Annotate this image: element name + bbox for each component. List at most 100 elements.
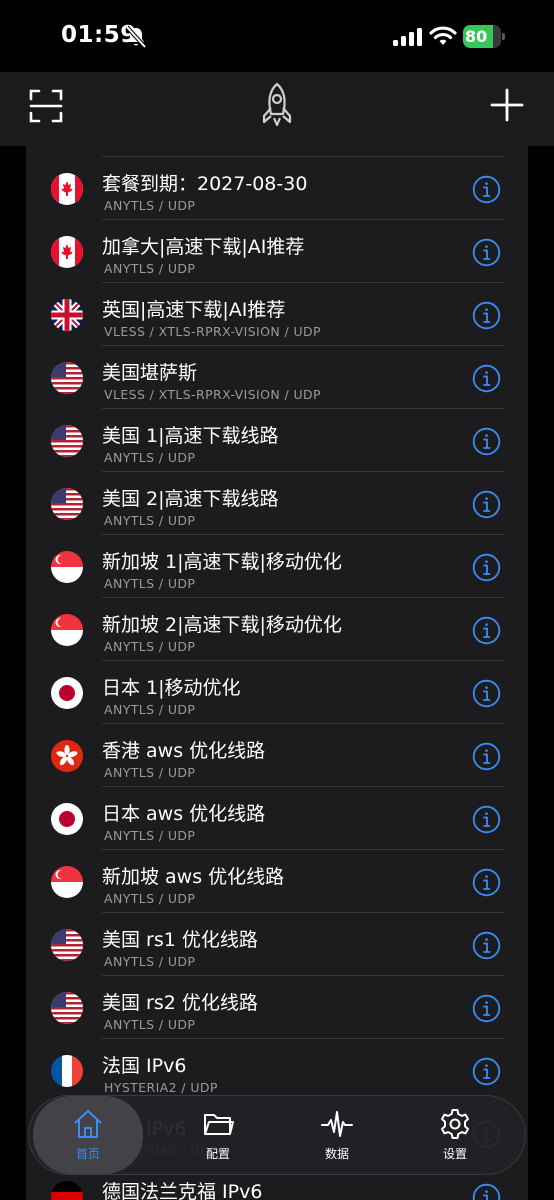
wifi-icon bbox=[429, 26, 457, 45]
node-protocol: ANYTLS / UDP bbox=[104, 828, 196, 843]
node-title: 新加坡 1|高速下载|移动优化 bbox=[102, 551, 342, 573]
node-title: 美国堪萨斯 bbox=[102, 362, 198, 384]
node-title: 德国法兰克福 IPv6 bbox=[102, 1181, 263, 1200]
node-title: 美国 rs2 优化线路 bbox=[102, 992, 258, 1014]
node-title: 新加坡 2|高速下载|移动优化 bbox=[102, 614, 342, 636]
flag-icon-ca bbox=[51, 173, 83, 205]
flag-icon-jp bbox=[51, 803, 83, 835]
info-icon[interactable] bbox=[472, 364, 501, 393]
flag-icon-gb bbox=[51, 299, 83, 331]
info-icon[interactable] bbox=[472, 553, 501, 582]
flag-icon-jp bbox=[51, 677, 83, 709]
info-icon[interactable] bbox=[472, 805, 501, 834]
info-icon[interactable] bbox=[472, 427, 501, 456]
node-row[interactable]: 加拿大|高速下载|AI推荐 ANYTLS / UDP bbox=[26, 220, 528, 283]
node-row[interactable]: 美国堪萨斯 VLESS / XTLS-RPRX-VISION / UDP bbox=[26, 346, 528, 409]
gear-icon bbox=[441, 1109, 469, 1139]
node-protocol: VLESS / XTLS-RPRX-VISION / UDP bbox=[104, 324, 321, 339]
flag-icon-us bbox=[51, 992, 83, 1024]
node-row[interactable]: 日本 aws 优化线路 ANYTLS / UDP bbox=[26, 787, 528, 850]
battery-percent: 80 bbox=[465, 27, 488, 46]
tab-settings[interactable]: 设置 bbox=[400, 1096, 510, 1174]
rocket-icon bbox=[262, 82, 292, 127]
scan-icon[interactable] bbox=[28, 88, 64, 124]
node-row[interactable]: 套餐到期：2027-08-30 ANYTLS / UDP bbox=[26, 157, 528, 220]
activity-icon bbox=[321, 1111, 353, 1137]
node-protocol: VLESS / XTLS-RPRX-VISION / UDP bbox=[104, 387, 321, 402]
node-protocol: ANYTLS / UDP bbox=[104, 891, 196, 906]
node-title: 美国 2|高速下载线路 bbox=[102, 488, 279, 510]
battery-indicator: 80 bbox=[463, 25, 505, 48]
node-title: 日本 1|移动优化 bbox=[102, 677, 241, 699]
flag-icon-us bbox=[51, 362, 83, 394]
info-icon[interactable] bbox=[472, 679, 501, 708]
node-row[interactable]: 美国 rs2 优化线路 ANYTLS / UDP bbox=[26, 976, 528, 1039]
node-title: 新加坡 aws 优化线路 bbox=[102, 866, 285, 888]
info-icon[interactable] bbox=[472, 616, 501, 645]
node-protocol: ANYTLS / UDP bbox=[104, 954, 196, 969]
node-protocol: ANYTLS / UDP bbox=[104, 639, 196, 654]
flag-icon-fr bbox=[51, 1055, 83, 1087]
node-row[interactable]: 日本 1|移动优化 ANYTLS / UDP bbox=[26, 661, 528, 724]
flag-icon-us bbox=[51, 488, 83, 520]
node-row[interactable]: 法国 IPv6 HYSTERIA2 / UDP bbox=[26, 1039, 528, 1102]
node-protocol: ANYTLS / UDP bbox=[104, 765, 196, 780]
status-bar: 01:59 80 bbox=[0, 0, 554, 72]
info-icon[interactable] bbox=[472, 1183, 501, 1200]
flag-icon-us bbox=[51, 929, 83, 961]
info-icon[interactable] bbox=[472, 994, 501, 1023]
flag-icon-sg bbox=[51, 866, 83, 898]
info-icon[interactable] bbox=[472, 490, 501, 519]
node-protocol: ANYTLS / UDP bbox=[104, 576, 196, 591]
node-protocol: ANYTLS / UDP bbox=[104, 1017, 196, 1032]
node-title: 香港 aws 优化线路 bbox=[102, 740, 266, 762]
flag-icon-ca bbox=[51, 236, 83, 268]
node-row[interactable]: 新加坡 aws 优化线路 ANYTLS / UDP bbox=[26, 850, 528, 913]
flag-icon-sg bbox=[51, 551, 83, 583]
tab-config[interactable]: 配置 bbox=[163, 1096, 273, 1174]
info-icon[interactable] bbox=[472, 301, 501, 330]
node-row[interactable]: 香港 aws 优化线路 ANYTLS / UDP bbox=[26, 724, 528, 787]
node-protocol: ANYTLS / UDP bbox=[104, 513, 196, 528]
node-title: 加拿大|高速下载|AI推荐 bbox=[102, 236, 305, 258]
flag-icon-hk bbox=[51, 740, 83, 772]
node-row[interactable]: 新加坡 2|高速下载|移动优化 ANYTLS / UDP bbox=[26, 598, 528, 661]
node-title: 英国|高速下载|AI推荐 bbox=[102, 299, 286, 321]
bell-muted-icon bbox=[125, 25, 147, 49]
node-protocol: ANYTLS / UDP bbox=[104, 450, 196, 465]
node-protocol: ANYTLS / UDP bbox=[104, 702, 196, 717]
cellular-signal-icon bbox=[393, 28, 422, 46]
node-title: 美国 rs1 优化线路 bbox=[102, 929, 258, 951]
node-title: 套餐到期：2027-08-30 bbox=[102, 173, 308, 195]
node-protocol: HYSTERIA2 / UDP bbox=[104, 1080, 218, 1095]
node-protocol: ANYTLS / UDP bbox=[104, 198, 196, 213]
flag-icon-us bbox=[51, 425, 83, 457]
info-icon[interactable] bbox=[472, 175, 501, 204]
tab-config-label: 配置 bbox=[205, 1147, 230, 1161]
flag-icon-sg bbox=[51, 614, 83, 646]
info-icon[interactable] bbox=[472, 1057, 501, 1086]
node-row[interactable]: 美国 2|高速下载线路 ANYTLS / UDP bbox=[26, 472, 528, 535]
tab-data[interactable]: 数据 bbox=[282, 1096, 392, 1174]
tab-settings-label: 设置 bbox=[442, 1147, 467, 1161]
home-icon bbox=[74, 1110, 102, 1138]
node-title: 日本 aws 优化线路 bbox=[102, 803, 266, 825]
flag-icon-de bbox=[51, 1181, 83, 1200]
nav-bar bbox=[0, 72, 554, 146]
node-row[interactable]: 美国 1|高速下载线路 ANYTLS / UDP bbox=[26, 409, 528, 472]
node-row[interactable]: 英国|高速下载|AI推荐 VLESS / XTLS-RPRX-VISION / U… bbox=[26, 283, 528, 346]
info-icon[interactable] bbox=[472, 868, 501, 897]
node-row[interactable]: 新加坡 1|高速下载|移动优化 ANYTLS / UDP bbox=[26, 535, 528, 598]
add-button[interactable] bbox=[490, 88, 524, 122]
node-list: 套餐到期：2027-08-30 ANYTLS / UDP 加拿大|高速下载|AI推荐… bbox=[26, 146, 528, 1200]
tab-home[interactable]: 首页 bbox=[33, 1096, 143, 1174]
tab-home-label: 首页 bbox=[75, 1147, 100, 1161]
info-icon[interactable] bbox=[472, 742, 501, 771]
node-title: 法国 IPv6 bbox=[102, 1055, 187, 1077]
folder-icon bbox=[204, 1114, 234, 1135]
info-icon[interactable] bbox=[472, 238, 501, 267]
node-protocol: ANYTLS / UDP bbox=[104, 261, 196, 276]
node-row[interactable]: 美国 rs1 优化线路 ANYTLS / UDP bbox=[26, 913, 528, 976]
info-icon[interactable] bbox=[472, 931, 501, 960]
tab-data-label: 数据 bbox=[324, 1147, 349, 1161]
